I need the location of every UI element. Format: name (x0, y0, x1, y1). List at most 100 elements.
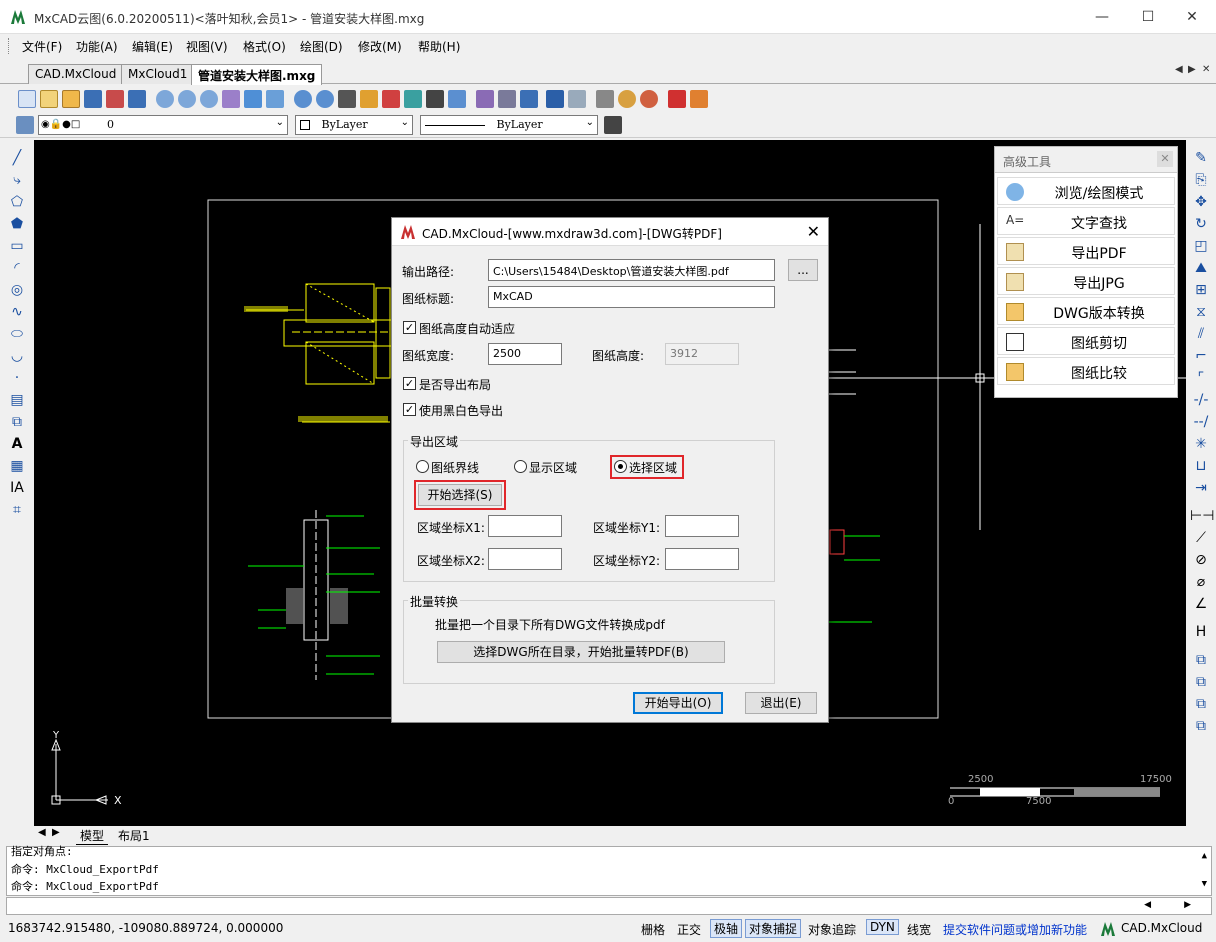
rotate-icon[interactable]: ↻ (1190, 214, 1212, 234)
scroll-right-icon[interactable]: ▶ (1184, 900, 1191, 910)
toggle-otrack[interactable]: 对象追踪 (808, 921, 856, 938)
pentagon-icon[interactable]: ⬟ (6, 214, 28, 234)
table-icon[interactable]: ▦ (6, 456, 28, 476)
block-icon[interactable] (476, 90, 494, 108)
dim-diameter-icon[interactable]: ⌀ (1190, 572, 1212, 592)
x2-input[interactable] (488, 548, 562, 570)
export-icon[interactable] (106, 90, 124, 108)
open-file-icon[interactable] (40, 90, 58, 108)
scale-icon[interactable]: ◰ (1190, 236, 1212, 256)
mirror-icon[interactable]: ⧖ (1190, 302, 1212, 322)
rectangle-icon[interactable]: ▭ (6, 236, 28, 256)
zoom-window-icon[interactable] (178, 90, 196, 108)
zoom-realtime-icon[interactable] (156, 90, 174, 108)
color-icon[interactable] (382, 90, 400, 108)
dim-linear-icon[interactable]: ⊢⊣ (1190, 506, 1214, 526)
y1-input[interactable] (665, 515, 739, 537)
undo-icon[interactable] (546, 90, 564, 108)
toggle-ortho[interactable]: 正交 (677, 921, 701, 938)
feedback-link[interactable]: 提交软件问题或增加新功能 (943, 921, 1087, 938)
dim-ordinate-icon[interactable]: H (1190, 622, 1212, 642)
block-insert-icon[interactable]: ⧉ (6, 412, 28, 432)
properties-icon[interactable] (448, 90, 466, 108)
pencil-icon[interactable] (360, 90, 378, 108)
tab-next-icon[interactable]: ▶ (1188, 64, 1196, 75)
adv-export-pdf[interactable]: 导出PDF (997, 237, 1175, 265)
toggle-dyn[interactable]: DYN (866, 919, 899, 935)
export-layout-checkbox[interactable]: ✓ (403, 377, 416, 390)
match-icon[interactable] (520, 90, 538, 108)
draw-tool-icon[interactable] (426, 90, 444, 108)
arc-icon[interactable]: ◜ (6, 258, 28, 278)
break-icon[interactable]: ⊔ (1190, 456, 1212, 476)
close-icon[interactable]: ✕ (1157, 151, 1173, 167)
ellipse-icon[interactable]: ⬭ (6, 324, 28, 344)
menu-file[interactable]: 文件(F) (22, 38, 62, 55)
start-export-button[interactable]: 开始导出(O) (633, 692, 723, 714)
output-path-input[interactable]: C:\Users\15484\Desktop\管道安装大样图.pdf (488, 259, 775, 281)
mtext-icon[interactable]: IA (6, 478, 28, 498)
save-icon[interactable] (84, 90, 102, 108)
command-input[interactable]: ◀ ▶ (6, 897, 1212, 915)
layer-merge-icon[interactable]: ⧉ (1190, 672, 1212, 692)
dialog-close-icon[interactable]: ✕ (807, 222, 820, 241)
offset-icon[interactable]: ⫽ (1190, 324, 1212, 344)
tab-layout1[interactable]: 布局1 (114, 827, 154, 844)
plugin-icon[interactable] (640, 90, 658, 108)
menu-help[interactable]: 帮助(H) (418, 38, 460, 55)
toggle-osnap[interactable]: 对象捕捉 (745, 919, 802, 938)
pdf-icon[interactable] (668, 90, 686, 108)
tab-cad-mxcloud[interactable]: CAD.MxCloud (28, 64, 124, 84)
toggle-grid[interactable]: 栅格 (641, 921, 665, 938)
dim-radius-icon[interactable]: ⊘ (1190, 550, 1212, 570)
layout-next-icon[interactable]: ▶ (52, 827, 60, 838)
render-icon[interactable] (618, 90, 636, 108)
new-file-icon[interactable] (18, 90, 36, 108)
move-icon[interactable] (338, 90, 356, 108)
menu-draw[interactable]: 绘图(D) (300, 38, 343, 55)
open-folder-icon[interactable] (62, 90, 80, 108)
adv-dwg-convert[interactable]: DWG版本转换 (997, 297, 1175, 325)
maximize-button[interactable]: ☐ (1128, 6, 1168, 28)
hatch-icon[interactable]: ▤ (6, 390, 28, 410)
region-icon[interactable]: ⌗ (6, 500, 28, 520)
drawing-title-input[interactable]: MxCAD (488, 286, 775, 308)
lineweight-icon[interactable] (604, 116, 622, 134)
zoom-previous-icon[interactable] (316, 90, 334, 108)
menu-edit[interactable]: 编辑(E) (132, 38, 173, 55)
layer-tool-icon[interactable] (404, 90, 422, 108)
adv-text-find[interactable]: A= 文字查找 (997, 207, 1175, 235)
x1-input[interactable] (488, 515, 562, 537)
y2-input[interactable] (665, 548, 739, 570)
ucs-icon[interactable] (244, 90, 262, 108)
tab-mxcloud1[interactable]: MxCloud1 (121, 64, 195, 84)
layer-copy-icon[interactable]: ⧉ (1190, 650, 1212, 670)
tab-close-icon[interactable]: ✕ (1202, 64, 1210, 75)
adv-export-jpg[interactable]: 导出JPG (997, 267, 1175, 295)
scroll-up-icon[interactable]: ▲ (1202, 851, 1207, 861)
adv-drawing-cut[interactable]: 图纸剪切 (997, 327, 1175, 355)
print-icon[interactable] (128, 90, 146, 108)
layout-prev-icon[interactable]: ◀ (38, 827, 46, 838)
pan-icon[interactable] (222, 90, 240, 108)
copy-icon[interactable]: ⎘ (1190, 170, 1212, 190)
array-icon[interactable]: ⊞ (1190, 280, 1212, 300)
radio-display[interactable] (514, 460, 527, 473)
layer-manager-icon[interactable] (16, 116, 34, 134)
tab-model[interactable]: 模型 (76, 827, 109, 845)
polyline-icon[interactable]: ⤷ (6, 170, 28, 190)
color-select[interactable]: ByLayer ⌄ (295, 115, 413, 135)
menu-function[interactable]: 功能(A) (76, 38, 118, 55)
extend-icon[interactable]: --/ (1190, 412, 1212, 432)
line-icon[interactable]: ╱ (6, 148, 28, 168)
circle-icon[interactable]: ◎ (6, 280, 28, 300)
layer-select[interactable]: ◉🔒●□ 0 ⌄ (38, 115, 288, 135)
join-icon[interactable]: ⇥ (1190, 478, 1212, 498)
zoom-extents-icon[interactable] (294, 90, 312, 108)
polygon-icon[interactable]: ⬠ (6, 192, 28, 212)
toggle-lineweight[interactable]: 线宽 (907, 921, 931, 938)
dim-aligned-icon[interactable]: ⟋ (1190, 528, 1212, 548)
scroll-left-icon[interactable]: ◀ (1144, 900, 1151, 910)
browse-button[interactable]: ... (788, 259, 818, 281)
layer-off-icon[interactable]: ⧉ (1190, 694, 1212, 714)
